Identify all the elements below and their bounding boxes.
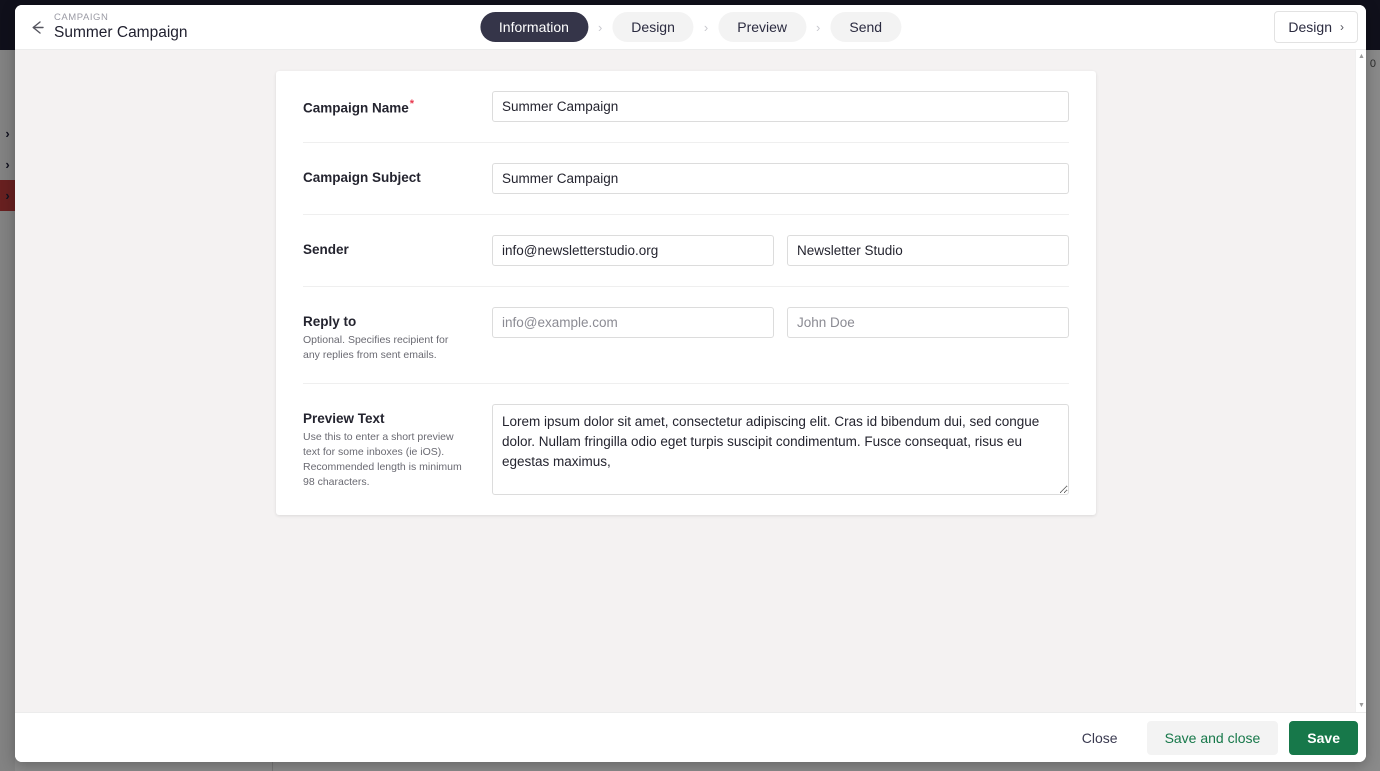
chevron-right-icon: › bbox=[1340, 20, 1344, 34]
reply-to-email-wrap bbox=[492, 307, 774, 338]
page-title: Summer Campaign bbox=[54, 23, 188, 41]
form-row-reply-to: Reply to Optional. Specifies recipient f… bbox=[303, 287, 1069, 384]
step-separator-3: › bbox=[816, 19, 821, 35]
label-campaign-name: Campaign Name* bbox=[303, 98, 492, 116]
form-row-campaign-name: Campaign Name* bbox=[303, 71, 1069, 143]
label-sender: Sender bbox=[303, 242, 349, 257]
reply-to-name-wrap bbox=[787, 307, 1069, 338]
reply-to-name-input[interactable] bbox=[787, 307, 1069, 338]
scroll-up-arrow-icon[interactable]: ▲ bbox=[1356, 51, 1366, 62]
modal-footer: Close Save and close Save bbox=[15, 712, 1366, 762]
tab-preview[interactable]: Preview bbox=[718, 12, 807, 42]
next-design-label: Design bbox=[1288, 19, 1332, 35]
label-reply-to: Reply to bbox=[303, 314, 357, 329]
help-reply-to: Optional. Specifies recipient for any re… bbox=[303, 334, 449, 361]
save-and-close-button[interactable]: Save and close bbox=[1146, 720, 1279, 755]
form-row-campaign-subject: Campaign Subject bbox=[303, 143, 1069, 215]
sender-name-wrap bbox=[787, 235, 1069, 266]
label-col-campaign-name: Campaign Name* bbox=[303, 91, 492, 116]
label-campaign-name-text: Campaign Name bbox=[303, 100, 409, 116]
reply-to-email-input[interactable] bbox=[492, 307, 774, 338]
step-separator-2: › bbox=[703, 19, 709, 35]
label-col-reply-to: Reply to Optional. Specifies recipient f… bbox=[303, 307, 492, 363]
preview-text-textarea[interactable]: Lorem ipsum dolor sit amet, consectetur … bbox=[492, 403, 1069, 495]
campaign-name-input[interactable] bbox=[492, 91, 1069, 122]
header-eyebrow: CAMPAIGN bbox=[54, 11, 109, 23]
label-preview-text: Preview Text bbox=[303, 410, 385, 426]
tab-design[interactable]: Design bbox=[612, 12, 694, 42]
vertical-scrollbar[interactable]: ▲ ▼ bbox=[1355, 50, 1366, 712]
campaign-subject-input[interactable] bbox=[492, 163, 1069, 194]
sender-email-wrap bbox=[492, 235, 774, 266]
help-preview-text: Use this to enter a short preview text f… bbox=[303, 430, 462, 488]
modal-body: Campaign Name* Campaign Subject bbox=[15, 50, 1366, 712]
label-col-campaign-subject: Campaign Subject bbox=[303, 163, 492, 185]
campaign-editor-modal: CAMPAIGN Summer Campaign Information › D… bbox=[15, 5, 1366, 762]
form-row-preview-text: Preview Text Use this to enter a short p… bbox=[303, 384, 1069, 515]
arrow-left-icon bbox=[32, 20, 44, 34]
tab-send[interactable]: Send bbox=[830, 12, 902, 42]
input-col-preview-text: Lorem ipsum dolor sit amet, consectetur … bbox=[492, 403, 1069, 495]
modal-scroll-region: Campaign Name* Campaign Subject bbox=[15, 50, 1355, 712]
label-col-preview-text: Preview Text Use this to enter a short p… bbox=[303, 404, 492, 490]
input-col-campaign-name bbox=[492, 91, 1069, 122]
next-design-button[interactable]: Design › bbox=[1274, 11, 1358, 43]
campaign-information-form: Campaign Name* Campaign Subject bbox=[276, 71, 1096, 515]
required-marker: * bbox=[409, 98, 415, 110]
close-button[interactable]: Close bbox=[1064, 721, 1136, 755]
input-col-reply-to bbox=[492, 307, 1069, 338]
sender-email-input[interactable] bbox=[492, 235, 774, 266]
input-col-campaign-subject bbox=[492, 163, 1069, 194]
label-col-sender: Sender bbox=[303, 235, 492, 257]
input-col-sender bbox=[492, 235, 1069, 266]
tab-information[interactable]: Information bbox=[479, 12, 588, 42]
step-separator-1: › bbox=[597, 19, 603, 35]
sender-name-input[interactable] bbox=[787, 235, 1069, 266]
modal-header: CAMPAIGN Summer Campaign Information › D… bbox=[15, 5, 1366, 50]
label-campaign-subject: Campaign Subject bbox=[303, 170, 421, 185]
back-button[interactable] bbox=[20, 17, 54, 38]
header-title-group: CAMPAIGN Summer Campaign bbox=[54, 11, 188, 41]
save-button[interactable]: Save bbox=[1289, 720, 1358, 755]
step-tabs: Information › Design › Preview › Send bbox=[479, 12, 902, 42]
form-row-sender: Sender bbox=[303, 215, 1069, 287]
scroll-down-arrow-icon[interactable]: ▼ bbox=[1356, 700, 1366, 711]
